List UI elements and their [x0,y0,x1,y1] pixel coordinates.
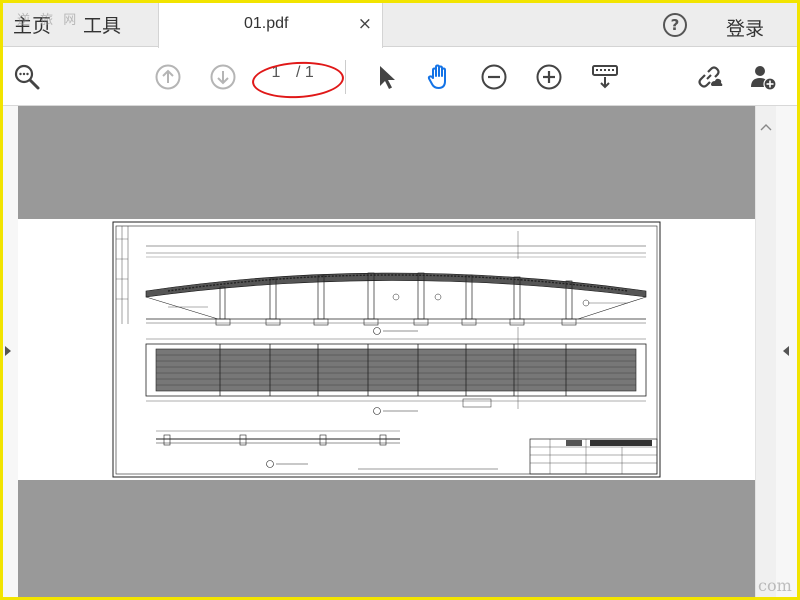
zoom-in-icon[interactable] [535,63,563,91]
close-tab-icon[interactable]: × [358,14,372,34]
sign-in-button[interactable]: 登录 [726,14,764,41]
arrow-up-icon[interactable] [154,63,182,91]
scroll-up-icon[interactable] [760,120,772,134]
add-user-icon[interactable] [749,63,777,91]
arrow-down-icon[interactable] [209,63,237,91]
help-icon[interactable]: ? [663,13,687,37]
keyboard-download-icon[interactable] [591,63,619,91]
tab-document[interactable]: 01.pdf × [158,3,383,48]
vertical-scrollbar[interactable] [755,106,776,597]
page-background-bottom [18,480,755,597]
watermark-text: 逆 旅 网 [17,13,80,28]
engineering-drawing [112,221,661,478]
watermark-com: com [758,576,792,595]
hand-icon[interactable] [425,63,453,91]
right-panel-toggle-icon[interactable] [783,346,789,356]
select-cursor-icon[interactable] [373,63,401,91]
toolbar: 1 / 1 [3,48,797,106]
document-tab-title: 01.pdf [244,15,289,32]
toolbar-divider [345,60,346,94]
left-panel-toggle-icon[interactable] [5,346,11,356]
search-zoom-icon[interactable] [13,63,41,91]
pdf-page[interactable] [18,219,755,480]
zoom-out-icon[interactable] [480,63,508,91]
tab-tools[interactable]: 工具 [83,11,121,38]
app-window: 主页 逆 旅 网 工具 01.pdf × ? 登录 1 / 1 com [3,3,797,597]
document-viewport[interactable]: com [3,106,797,597]
page-background-top [18,106,755,219]
tab-bar: 主页 逆 旅 网 工具 01.pdf × ? 登录 [3,3,797,48]
share-link-icon[interactable] [695,63,723,91]
